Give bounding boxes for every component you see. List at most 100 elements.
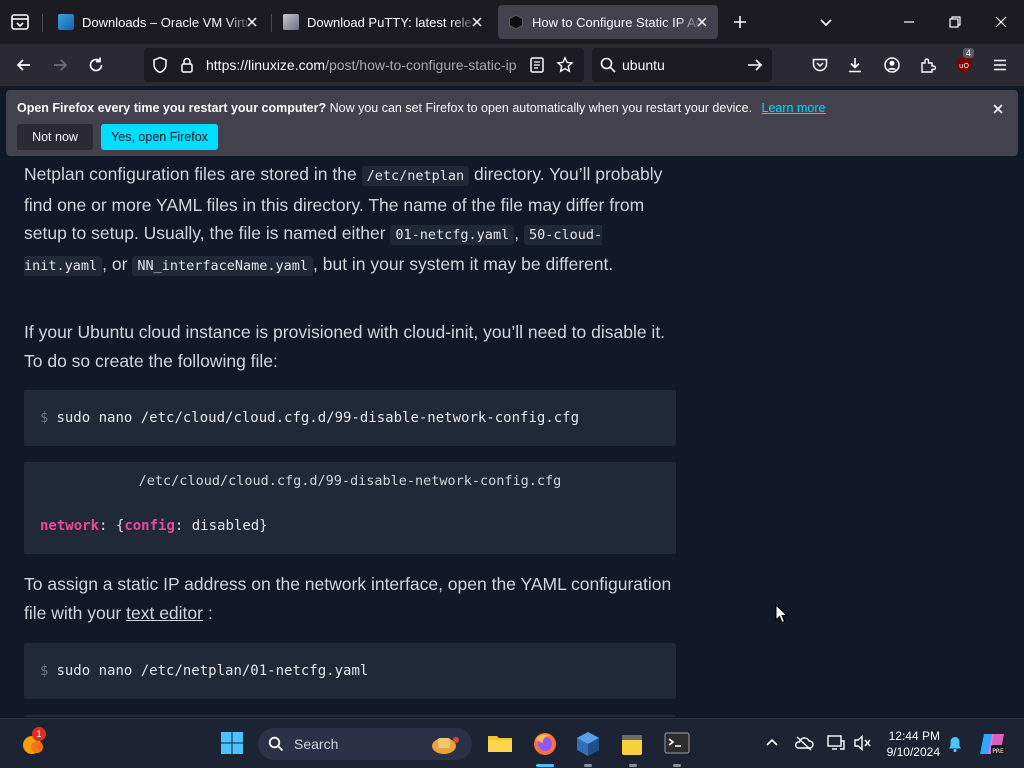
tab-title: Download PuTTY: latest release <box>307 14 477 30</box>
paragraph-netplan: Netplan configuration files are stored i… <box>24 160 676 280</box>
linuxize-icon <box>508 14 524 30</box>
text: , <box>514 223 524 244</box>
virtualbox-icon <box>58 14 74 30</box>
close-icon[interactable] <box>244 14 260 30</box>
file-explorer-icon[interactable] <box>487 731 513 757</box>
ublock-origin-icon[interactable]: uO 4 <box>952 48 976 77</box>
code-block-file[interactable]: /etc/cloud/cloud.cfg.d/99-disable-networ… <box>24 462 676 554</box>
list-all-tabs-icon[interactable] <box>814 10 838 34</box>
url-bar[interactable]: https://linuxize.com/post/how-to-configu… <box>144 48 584 82</box>
back-icon[interactable] <box>12 53 36 77</box>
close-window-icon[interactable] <box>989 10 1013 34</box>
mouse-cursor-icon <box>775 603 789 629</box>
notification-bell-icon[interactable] <box>946 735 972 761</box>
extensions-icon[interactable] <box>916 53 940 77</box>
tab-separator <box>271 14 272 32</box>
command-text[interactable]: sudo nano /etc/netplan/01-netcfg.yaml <box>56 663 368 679</box>
search-highlight-icon <box>424 732 464 761</box>
notification-title: Open Firefox every time you restart your… <box>17 101 327 115</box>
restore-icon[interactable] <box>943 10 967 34</box>
text: , or <box>102 253 133 274</box>
text: , but in your system it may be different… <box>313 253 614 274</box>
bookmark-star-icon[interactable] <box>556 56 574 79</box>
show-hidden-icons-chevron-icon[interactable] <box>764 735 790 761</box>
inline-code: 01-netcfg.yaml <box>390 225 515 246</box>
search-input[interactable]: ubuntu <box>622 57 665 73</box>
code-line: network: {config: disabled} <box>40 518 268 534</box>
page-content: Netplan configuration files are stored i… <box>0 160 1024 717</box>
text: Netplan configuration files are stored i… <box>24 164 362 184</box>
speaker-muted-icon[interactable] <box>853 734 879 760</box>
putty-icon <box>283 14 299 30</box>
tab-list-icon[interactable] <box>8 10 32 34</box>
tab-title: How to Configure Static IP Address <box>532 14 702 30</box>
reader-view-icon[interactable] <box>528 56 546 79</box>
command-text[interactable]: sudo nano /etc/cloud/cloud.cfg.d/99-disa… <box>56 410 579 426</box>
shell-prompt: $ <box>40 663 49 679</box>
search-go-arrow-icon[interactable] <box>746 56 764 79</box>
close-icon[interactable] <box>694 14 710 30</box>
running-app-indicator <box>584 764 592 767</box>
code-block-command[interactable]: $ sudo nano /etc/netplan/01-netcfg.yaml <box>24 643 676 699</box>
lock-icon[interactable] <box>178 56 196 79</box>
svg-text:PRE: PRE <box>992 748 1004 755</box>
inline-code: /etc/netplan <box>361 166 470 186</box>
tab-title: Downloads – Oracle VM VirtualBox <box>82 14 252 30</box>
extension-badge: 4 <box>963 48 975 58</box>
minimize-icon[interactable] <box>897 10 921 34</box>
windows-start-icon[interactable] <box>220 731 246 757</box>
tab-virtualbox[interactable]: Downloads – Oracle VM VirtualBox <box>48 5 268 39</box>
learn-more-link[interactable]: Learn more <box>762 101 826 115</box>
system-clock[interactable]: 12:44 PM 9/10/2024 <box>887 728 940 760</box>
search-label: Search <box>294 736 339 752</box>
windows-taskbar: 1 Search 12:44 PM 9/10/2024 PRE <box>0 718 1024 768</box>
tab-putty[interactable]: Download PuTTY: latest release <box>273 5 493 39</box>
display-icon[interactable] <box>826 734 852 760</box>
text: To assign a static IP address on the net… <box>24 574 672 623</box>
code-block-partial <box>24 715 676 717</box>
reload-icon[interactable] <box>84 53 108 77</box>
search-bar[interactable]: ubuntu <box>592 48 772 82</box>
tab-linuxize[interactable]: How to Configure Static IP Address <box>498 5 718 39</box>
inline-code: NN_interfaceName.yaml <box>132 255 313 276</box>
url-text[interactable]: https://linuxize.com/post/how-to-configu… <box>206 57 526 73</box>
new-tab-icon[interactable] <box>728 10 752 34</box>
firefox-icon[interactable] <box>532 731 558 757</box>
taskbar-search-box[interactable]: Search <box>258 728 472 760</box>
url-path: /post/how-to-configure-static-ip <box>325 57 517 73</box>
menu-hamburger-icon[interactable] <box>988 53 1012 77</box>
default-browser-notification: Open Firefox every time you restart your… <box>6 90 1018 156</box>
virtualbox-icon[interactable] <box>576 731 602 757</box>
yes-open-firefox-button[interactable]: Yes, open Firefox <box>101 124 218 150</box>
notification-text: Now you can set Firefox to open automati… <box>329 101 753 115</box>
paragraph-cloud-init: If your Ubuntu cloud instance is provisi… <box>24 322 666 371</box>
code-text: : disabled} <box>174 518 268 534</box>
code-block-command[interactable]: $ sudo nano /etc/cloud/cloud.cfg.d/99-dis… <box>24 390 676 446</box>
navigation-toolbar: https://linuxize.com/post/how-to-configu… <box>0 44 1024 86</box>
pocket-icon[interactable] <box>808 53 832 77</box>
text-editor-link[interactable]: text editor <box>126 603 203 623</box>
text: : <box>202 602 213 623</box>
weather-widget-icon[interactable]: 1 <box>20 727 46 756</box>
shell-prompt: $ <box>40 410 49 426</box>
close-icon[interactable] <box>990 101 1006 117</box>
yaml-key: config <box>124 518 175 534</box>
downloads-icon[interactable] <box>843 53 867 77</box>
active-app-indicator <box>536 764 554 767</box>
search-icon <box>268 736 284 757</box>
paragraph-static-ip: To assign a static IP address on the net… <box>24 570 676 627</box>
tab-separator <box>42 14 43 32</box>
sticky-notes-icon[interactable] <box>620 731 646 757</box>
account-icon[interactable] <box>880 53 904 77</box>
running-app-indicator <box>673 764 681 767</box>
onedrive-offline-icon[interactable] <box>794 735 820 761</box>
clock-time: 12:44 PM <box>888 729 940 743</box>
svg-text:uO: uO <box>959 62 969 70</box>
forward-icon[interactable] <box>48 53 72 77</box>
close-icon[interactable] <box>469 14 485 30</box>
terminal-icon[interactable] <box>664 731 690 757</box>
copilot-icon[interactable]: PRE <box>978 731 1005 757</box>
search-icon <box>599 56 617 79</box>
not-now-button[interactable]: Not now <box>17 124 93 150</box>
tracking-protection-shield-icon[interactable] <box>151 56 169 79</box>
